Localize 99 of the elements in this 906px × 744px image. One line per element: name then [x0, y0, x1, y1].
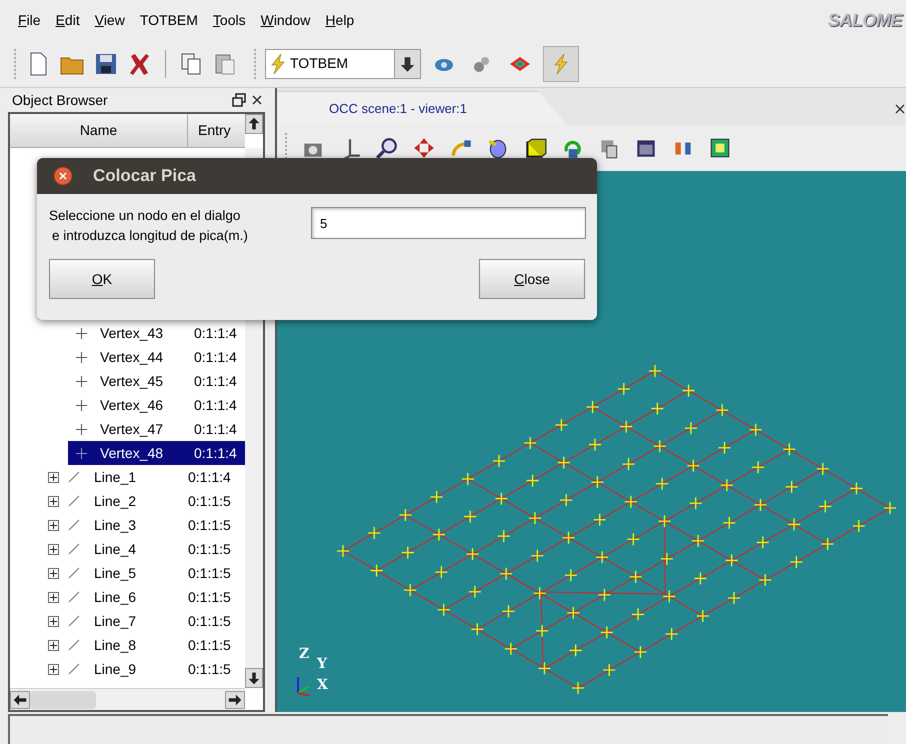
object-name: Vertex_47: [100, 420, 164, 439]
dialog-title: Colocar Pica: [93, 165, 196, 188]
object-entry: 0:1:1:4: [188, 468, 231, 486]
object-name: Vertex_46: [100, 396, 164, 415]
menu-item[interactable]: Window: [260, 10, 310, 30]
tree-row[interactable]: Line_3 0:1:1:5: [48, 513, 245, 537]
tree-row[interactable]: Vertex_47 0:1:1:4: [68, 417, 245, 441]
plus-icon: [76, 352, 87, 362]
tree-row[interactable]: Vertex_43 0:1:1:4: [68, 321, 245, 345]
dialog-button[interactable]: Close: [479, 259, 585, 299]
tree-row[interactable]: Line_9 0:1:1:5: [48, 657, 245, 681]
object-entry: 0:1:1:4: [194, 324, 237, 342]
object-entry: 0:1:1:5: [188, 492, 231, 510]
object-name: Vertex_45: [100, 372, 164, 391]
plus-icon: [76, 400, 87, 410]
frame-icon[interactable]: [708, 136, 732, 160]
menu-item[interactable]: File: [18, 10, 41, 30]
column-header[interactable]: Name: [10, 114, 188, 148]
menu-item[interactable]: Tools: [212, 10, 246, 30]
plus-icon: [76, 328, 87, 338]
object-entry: 0:1:1:4: [194, 444, 237, 462]
plus-icon: [76, 376, 87, 386]
expand-icon[interactable]: [48, 568, 59, 578]
object-name: Vertex_43: [100, 324, 164, 343]
menu-item[interactable]: Edit: [56, 10, 80, 30]
object-name: Line_2: [94, 492, 138, 511]
tree-row[interactable]: Line_8 0:1:1:5: [48, 633, 245, 657]
zoom-icon[interactable]: [375, 136, 399, 160]
slash-icon: [68, 567, 80, 579]
object-name: Line_6: [94, 588, 138, 607]
object-entry: 0:1:1:5: [188, 636, 231, 654]
module-select[interactable]: TOTBEM: [265, 48, 421, 78]
object-name: Line_9: [94, 660, 138, 679]
slash-icon: [68, 471, 80, 483]
tree-row[interactable]: Vertex_44 0:1:1:4: [68, 345, 245, 369]
prompt-text: e introduzca longitud de pica(m.): [51, 227, 249, 245]
object-name: Line_3: [94, 516, 138, 535]
axis-label: Z: [299, 645, 310, 664]
expand-icon[interactable]: [48, 640, 59, 650]
object-name: Line_5: [94, 564, 138, 583]
expand-icon[interactable]: [48, 520, 59, 530]
prompt-text: Seleccione un nodo en el dialgo: [49, 207, 242, 225]
panel-title: Object Browser: [12, 90, 108, 110]
logo: SALOME: [828, 8, 902, 32]
tree-row[interactable]: Line_4 0:1:1:5: [48, 537, 245, 561]
object-entry: 0:1:1:5: [188, 612, 231, 630]
object-entry: 0:1:1:5: [188, 588, 231, 606]
dialog-button[interactable]: OK: [49, 259, 155, 299]
expand-icon[interactable]: [48, 496, 59, 506]
tree-row[interactable]: Line_7 0:1:1:5: [48, 609, 245, 633]
close-icon[interactable]: [894, 103, 906, 115]
slash-icon: [68, 495, 80, 507]
tree-row[interactable]: Line_1 0:1:1:4: [48, 465, 245, 489]
pan-icon[interactable]: [412, 136, 436, 160]
object-entry: 0:1:1:4: [194, 396, 237, 414]
slash-icon: [68, 591, 80, 603]
slash-icon: [68, 519, 80, 531]
tree-row[interactable]: Vertex_48 0:1:1:4: [68, 441, 245, 465]
object-name: Line_1: [94, 468, 138, 487]
object-entry: 0:1:1:5: [188, 660, 231, 678]
object-entry: 0:1:1:4: [194, 372, 237, 390]
tree-row[interactable]: Line_6 0:1:1:5: [48, 585, 245, 609]
menu-item[interactable]: View: [94, 10, 125, 30]
object-entry: 0:1:1:5: [188, 564, 231, 582]
object-name: Line_4: [94, 540, 138, 559]
axis-triad-icon: [297, 676, 313, 696]
viewer-tab[interactable]: OCC scene:1 - viewer:1: [277, 91, 567, 125]
axis-label: X: [317, 676, 328, 695]
column-header[interactable]: Entry: [188, 114, 245, 148]
tree-row[interactable]: Vertex_46 0:1:1:4: [68, 393, 245, 417]
object-name: Line_7: [94, 612, 138, 631]
expand-icon[interactable]: [48, 472, 59, 482]
horizontal-scrollbar[interactable]: [10, 688, 245, 710]
axis-label: Y: [317, 655, 327, 674]
object-entry: 0:1:1:5: [188, 540, 231, 558]
menu-item[interactable]: TOTBEM: [140, 10, 198, 30]
slash-icon: [68, 615, 80, 627]
object-name: Vertex_44: [100, 348, 164, 367]
expand-icon[interactable]: [48, 664, 59, 674]
object-entry: 0:1:1:5: [188, 516, 231, 534]
object-name: Line_8: [94, 636, 138, 655]
slash-icon: [68, 639, 80, 651]
expand-icon[interactable]: [48, 592, 59, 602]
tree-row[interactable]: Line_5 0:1:1:5: [48, 561, 245, 585]
object-entry: 0:1:1:4: [194, 420, 237, 438]
float-icon[interactable]: [231, 92, 247, 108]
slash-icon: [68, 663, 80, 675]
close-icon[interactable]: [53, 166, 73, 186]
menu-item[interactable]: Help: [325, 10, 354, 30]
object-entry: 0:1:1:4: [194, 348, 237, 366]
slash-icon: [68, 543, 80, 555]
object-name: Vertex_48: [100, 444, 164, 463]
expand-icon[interactable]: [48, 616, 59, 626]
plus-icon: [76, 424, 87, 434]
tree-row[interactable]: Vertex_45 0:1:1:4: [68, 369, 245, 393]
plus-icon: [76, 448, 87, 458]
tree-row[interactable]: Line_2 0:1:1:5: [48, 489, 245, 513]
input-field[interactable]: 5: [311, 207, 586, 239]
expand-icon[interactable]: [48, 544, 59, 554]
